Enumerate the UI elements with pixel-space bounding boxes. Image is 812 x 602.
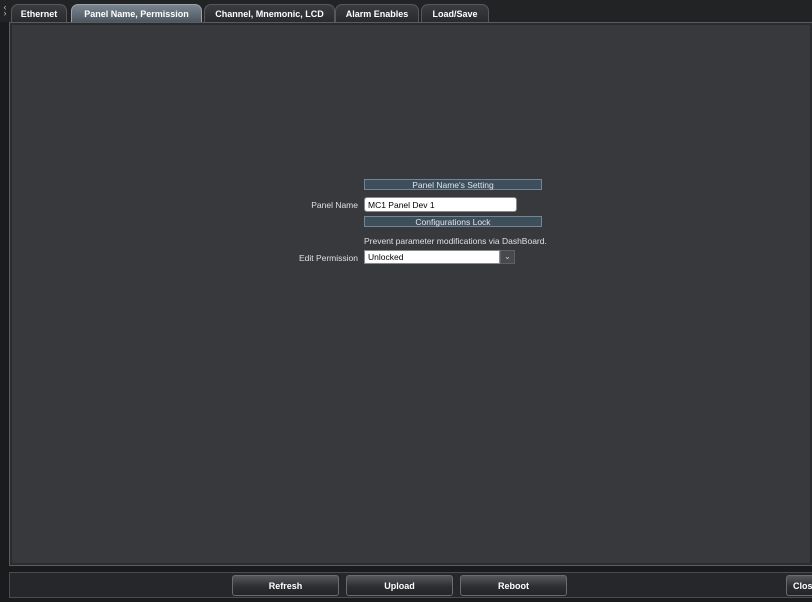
edit-permission-select[interactable]: Unlocked — [364, 250, 500, 264]
close-button[interactable]: Close — [786, 575, 812, 596]
tab-ethernet[interactable]: Ethernet — [11, 4, 67, 22]
panel-name-input[interactable] — [364, 197, 517, 212]
tab-channel-mnemonic-lcd[interactable]: Channel, Mnemonic, LCD — [204, 4, 335, 22]
chevron-down-icon[interactable]: ⌄ — [500, 250, 515, 264]
panel-name-label: Panel Name — [311, 200, 358, 210]
edit-permission-label: Edit Permission — [298, 253, 358, 263]
reboot-button[interactable]: Reboot — [460, 575, 567, 596]
panel-name-section-header: Panel Name's Setting — [364, 179, 542, 190]
configurations-lock-section-header: Configurations Lock — [364, 216, 542, 227]
refresh-button[interactable]: Refresh — [232, 575, 339, 596]
tab-scroll-icon[interactable]: ‹ › — [2, 3, 8, 18]
tab-alarm-enables[interactable]: Alarm Enables — [335, 4, 419, 22]
tab-strip: ‹ › Ethernet Panel Name, Permission Chann… — [0, 0, 812, 22]
tab-load-save[interactable]: Load/Save — [421, 4, 489, 22]
configurations-lock-hint: Prevent parameter modifications via Dash… — [364, 236, 547, 246]
settings-panel — [9, 22, 812, 566]
tab-panel-name-permission[interactable]: Panel Name, Permission — [71, 4, 202, 22]
upload-button[interactable]: Upload — [346, 575, 453, 596]
